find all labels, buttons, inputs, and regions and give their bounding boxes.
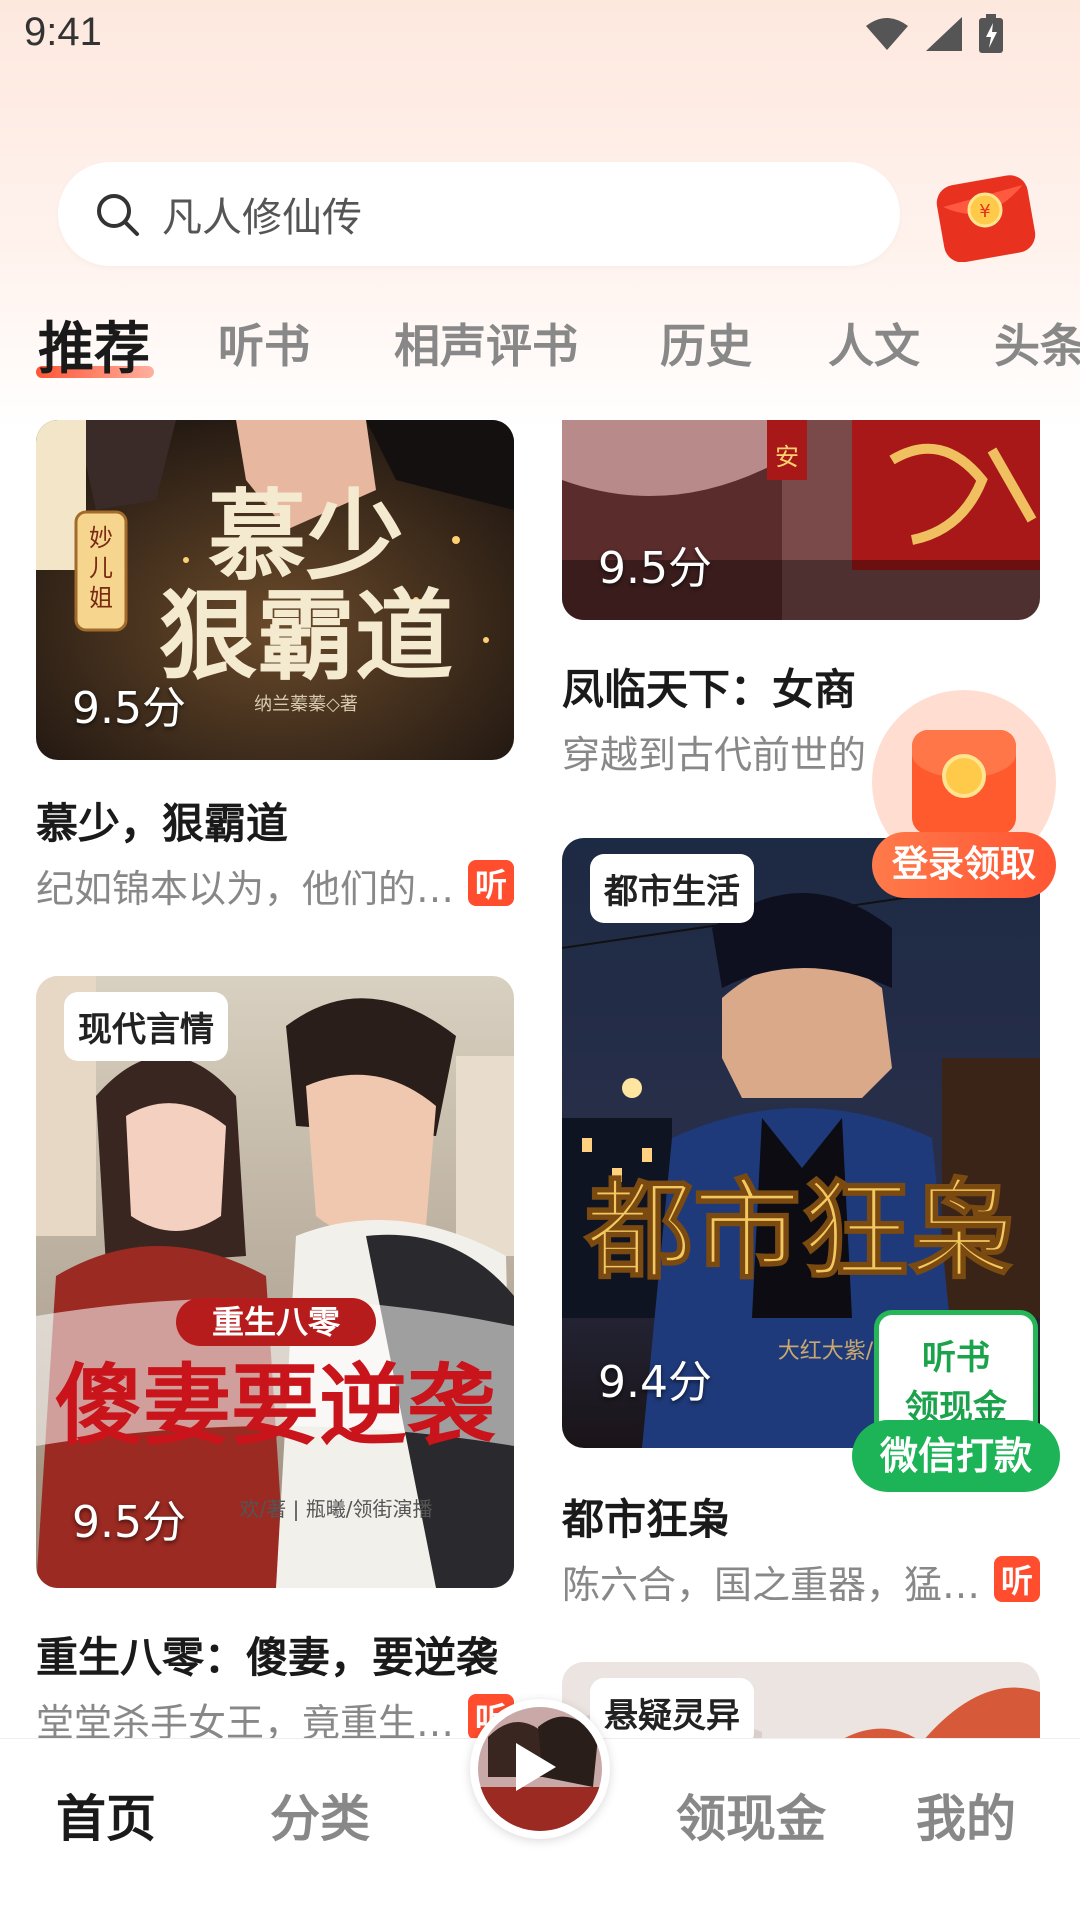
book-cover: 重生八零 傻妻要逆袭 欢/著 | 瓶曦/领街演播 现代言情 9.5分	[36, 976, 514, 1588]
listen-badge: 听	[468, 860, 514, 906]
book-score: 9.4分	[598, 1357, 712, 1408]
play-icon	[516, 1743, 556, 1791]
cover-author: 欢/著 | 瓶曦/领街演播	[240, 1497, 433, 1521]
svg-text:慕少: 慕少	[208, 479, 404, 594]
genre-tag: 悬疑灵异	[590, 1678, 754, 1738]
svg-text:重生八零: 重生八零	[212, 1303, 341, 1341]
app-screen: 9:41 凡人修仙传 ¥ 推荐 听书 相声评书 历史 人文 头条 妙 儿 姐 慕…	[0, 0, 1080, 1920]
status-bar: 9:41	[0, 0, 1080, 80]
nav-cash[interactable]: 领现金	[676, 1779, 826, 1851]
book-card[interactable]: 妙 儿 姐 慕少 狠霸道 纳兰蓁蓁◇著 9.5分 慕少，狠霸道 纪如锦本以为，他…	[36, 420, 514, 920]
tab-headlines[interactable]: 头条	[994, 310, 1080, 376]
book-card[interactable]: 重生八零 傻妻要逆袭 欢/著 | 瓶曦/领街演播 现代言情 9.5分 重生八零：…	[36, 976, 514, 1738]
player-button[interactable]	[470, 1699, 610, 1839]
book-desc: 陈六合，国之重器，猛…	[562, 1563, 981, 1607]
nav-category[interactable]: 分类	[270, 1779, 370, 1851]
book-card[interactable]: 都市狂枭 大红大紫/著 幻橙 都市生活 9.4分 都市狂枭 陈六合，国之重器，猛…	[562, 838, 1040, 1618]
book-score: 9.5分	[598, 543, 712, 594]
book-cover: 妙 儿 姐 慕少 狠霸道 纳兰蓁蓁◇著 9.5分	[36, 420, 514, 760]
category-tabs: 推荐 听书 相声评书 历史 人文 头条	[0, 300, 1080, 400]
search-icon	[97, 194, 139, 236]
svg-text:都市狂枭: 都市狂枭	[584, 1168, 1017, 1294]
tab-history[interactable]: 历史	[660, 310, 752, 376]
cover-badge-char: 妙	[89, 524, 113, 552]
book-cover: 悬疑灵异	[562, 1662, 1040, 1738]
search-placeholder: 凡人修仙传	[162, 195, 362, 241]
book-card[interactable]: 悬疑灵异	[562, 1662, 1040, 1738]
cover-author: 纳兰蓁蓁◇著	[254, 694, 358, 715]
book-feed: 妙 儿 姐 慕少 狠霸道 纳兰蓁蓁◇著 9.5分 慕少，狠霸道 纪如锦本以为，他…	[0, 420, 1080, 1738]
listen-badge: 听	[994, 1556, 1040, 1602]
svg-text:狠霸道: 狠霸道	[159, 579, 453, 694]
signal-icon	[926, 17, 962, 51]
red-packet-icon[interactable]: ¥	[932, 170, 1038, 262]
svg-text:¥: ¥	[979, 201, 990, 222]
book-title: 凤临天下：女商	[562, 665, 857, 714]
book-score: 9.5分	[72, 1497, 186, 1548]
login-reward-float[interactable]: 登录领取	[872, 690, 1056, 920]
book-score: 9.5分	[72, 683, 186, 734]
bottom-nav: 首页 分类 领现金 我的	[0, 1699, 1080, 1920]
status-time: 9:41	[24, 10, 102, 54]
book-title: 重生八零：傻妻，要逆袭	[36, 1633, 499, 1682]
wechat-payout-button: 微信打款	[852, 1420, 1060, 1492]
book-cover: 安 9.5分	[562, 420, 1040, 620]
book-desc: 堂堂杀手女王，竟重生…	[36, 1701, 455, 1738]
wifi-icon	[866, 18, 908, 50]
tab-recommend[interactable]: 推荐	[38, 304, 150, 385]
book-title: 慕少，狠霸道	[36, 799, 289, 848]
svg-text:姐: 姐	[89, 584, 113, 612]
tab-humanities[interactable]: 人文	[828, 310, 920, 376]
nav-home[interactable]: 首页	[56, 1779, 156, 1851]
listen-cash-float[interactable]: 听书 领现金 微信打款	[852, 1302, 1060, 1492]
nav-mine[interactable]: 我的	[916, 1779, 1016, 1851]
login-reward-label: 登录领取	[872, 832, 1056, 898]
genre-tag: 现代言情	[64, 992, 228, 1061]
book-desc: 穿越到古代前世的	[562, 733, 867, 777]
cash-line1: 听书	[922, 1338, 990, 1378]
book-desc: 纪如锦本以为，他们的…	[36, 867, 455, 911]
tab-crosstalk[interactable]: 相声评书	[394, 310, 578, 376]
book-title: 都市狂枭	[562, 1495, 731, 1544]
battery-icon	[979, 14, 1003, 53]
red-envelope-icon	[912, 730, 1016, 834]
search-bar[interactable]: 凡人修仙传	[58, 162, 900, 266]
genre-tag: 都市生活	[590, 854, 754, 923]
svg-text:儿: 儿	[89, 554, 113, 582]
tab-audiobook[interactable]: 听书	[218, 310, 310, 376]
status-icons	[864, 14, 1004, 54]
svg-text:傻妻要逆袭: 傻妻要逆袭	[55, 1353, 496, 1457]
svg-text:安: 安	[775, 443, 799, 471]
